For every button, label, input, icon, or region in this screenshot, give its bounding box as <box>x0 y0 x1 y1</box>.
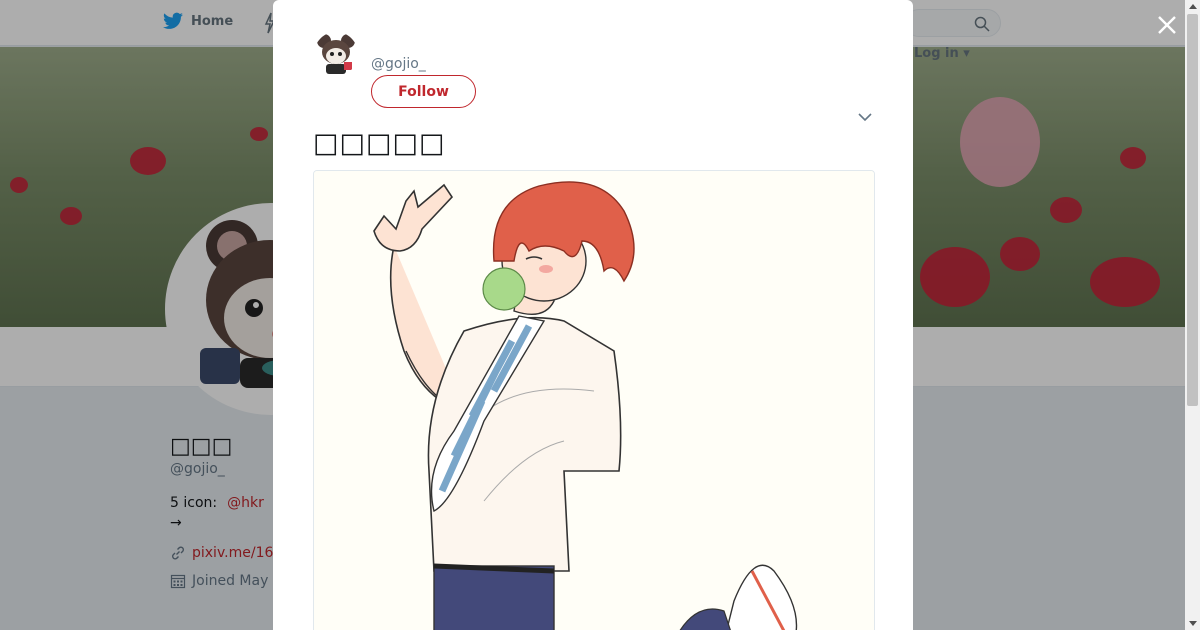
scroll-up-arrow-icon[interactable] <box>1189 4 1197 9</box>
tweet-author-handle[interactable]: @gojio_ <box>371 56 426 72</box>
scroll-down-arrow-icon[interactable] <box>1189 621 1197 626</box>
chevron-down-icon[interactable] <box>857 111 873 123</box>
follow-button[interactable]: Follow <box>371 75 476 108</box>
boy-illustration <box>314 171 874 630</box>
close-x-icon[interactable] <box>1154 12 1180 38</box>
tweet-text: □□□□□ <box>313 128 446 159</box>
tweet-media-image[interactable] <box>313 170 875 630</box>
tweet-modal: @gojio_ Follow □□□□□ <box>273 0 913 630</box>
page-scrollbar[interactable] <box>1185 0 1200 630</box>
mouse-avatar-illustration <box>314 32 358 76</box>
scroll-thumb[interactable] <box>1187 14 1198 406</box>
tweet-author-avatar[interactable] <box>314 32 358 76</box>
